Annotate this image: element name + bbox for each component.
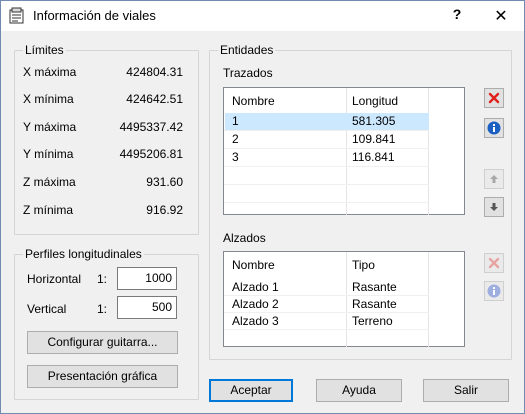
alzados-label: Alzados — [223, 231, 266, 245]
delete-icon — [488, 257, 500, 269]
configurar-guitarra-button[interactable]: Configurar guitarra... — [27, 331, 178, 354]
aceptar-button[interactable]: Aceptar — [209, 379, 293, 402]
alzado-nombre: Alzado 3 — [232, 314, 279, 328]
trazado-nombre: 2 — [232, 132, 239, 146]
grid-line — [224, 329, 429, 330]
grid-line — [224, 148, 429, 149]
table-row[interactable]: 2 109.841 — [225, 131, 429, 148]
table-row[interactable]: Alzado 2 Rasante — [225, 296, 429, 313]
table-row[interactable]: 3 116.841 — [225, 149, 429, 166]
limite-label: Y máxima — [23, 120, 77, 134]
delete-icon — [488, 92, 500, 104]
limite-label: Z máxima — [23, 175, 76, 189]
title-bar[interactable]: Información de viales ? ✕ — [1, 1, 524, 31]
trazado-nombre: 1 — [232, 114, 239, 128]
alzado-tipo: Rasante — [352, 297, 397, 311]
close-icon[interactable]: ✕ — [490, 6, 512, 26]
grid-line — [224, 202, 429, 203]
column-header-nombre[interactable]: Nombre — [232, 94, 275, 108]
grid-line — [224, 312, 429, 313]
horizontal-scale-input[interactable]: 1000 — [117, 267, 177, 290]
help-icon[interactable]: ? — [446, 6, 468, 26]
delete-trazado-button[interactable] — [484, 88, 504, 108]
column-header-nombre[interactable]: Nombre — [232, 258, 275, 272]
trazado-longitud: 116.841 — [352, 150, 395, 164]
limite-row: Y máxima 4495337.42 — [23, 120, 183, 136]
dialog-window: Información de viales ? ✕ Límites X máxi… — [0, 0, 525, 414]
trazados-label: Trazados — [223, 66, 273, 80]
perfiles-legend: Perfiles longitudinales — [23, 247, 144, 261]
move-down-button[interactable] — [484, 197, 504, 217]
table-row[interactable]: 1 581.305 — [225, 113, 429, 130]
limite-row: Z mínima 916.92 — [23, 203, 183, 219]
arrow-up-icon — [490, 175, 498, 183]
entidades-legend: Entidades — [218, 43, 276, 57]
app-icon — [9, 7, 26, 24]
limites-legend: Límites — [23, 43, 66, 57]
window-title: Información de viales — [33, 8, 156, 23]
limite-label: X máxima — [23, 65, 77, 79]
limite-label: Z mínima — [23, 203, 74, 217]
limite-row: X máxima 424804.31 — [23, 65, 183, 81]
ayuda-button[interactable]: Ayuda — [316, 379, 402, 402]
info-alzado-button[interactable] — [484, 281, 504, 301]
grid-line — [224, 130, 429, 131]
limite-label: Y mínima — [23, 147, 74, 161]
arrow-down-icon — [490, 203, 498, 211]
grid-line — [224, 295, 429, 296]
limite-label: X mínima — [23, 92, 74, 106]
vertical-scale-prefix: 1: — [97, 302, 108, 316]
limite-value: 931.60 — [146, 175, 183, 189]
trazado-longitud: 109.841 — [352, 132, 396, 146]
alzados-list[interactable]: Nombre Tipo Alzado 1 Rasante Alzado 2 Ra… — [223, 251, 465, 347]
limite-row: X mínima 424642.51 — [23, 92, 183, 108]
alzado-nombre: Alzado 1 — [232, 280, 279, 294]
info-icon — [487, 121, 501, 135]
horizontal-label: Horizontal — [27, 272, 82, 286]
limite-value: 916.92 — [146, 203, 183, 217]
trazado-nombre: 3 — [232, 150, 239, 164]
info-icon — [487, 284, 501, 298]
trazado-longitud: 581.305 — [352, 114, 396, 128]
limite-row: Y mínima 4495206.81 — [23, 147, 183, 163]
info-trazado-button[interactable] — [484, 118, 504, 138]
alzado-tipo: Rasante — [352, 280, 397, 294]
column-header-longitud[interactable]: Longitud — [352, 94, 398, 108]
presentacion-grafica-button[interactable]: Presentación gráfica — [27, 365, 178, 388]
trazados-list[interactable]: Nombre Longitud 1 581.305 2 109.841 3 11… — [223, 87, 465, 215]
grid-line — [224, 184, 429, 185]
grid-line — [224, 166, 429, 167]
vertical-label: Vertical — [27, 302, 67, 316]
alzado-nombre: Alzado 2 — [232, 297, 279, 311]
salir-button[interactable]: Salir — [423, 379, 509, 402]
limite-value: 424804.31 — [126, 65, 183, 79]
limite-value: 4495337.42 — [119, 120, 183, 134]
move-up-button[interactable] — [484, 169, 504, 189]
horizontal-scale-prefix: 1: — [97, 272, 108, 286]
delete-alzado-button[interactable] — [484, 253, 504, 273]
column-header-tipo[interactable]: Tipo — [352, 258, 375, 272]
limite-value: 424642.51 — [126, 92, 183, 106]
table-row[interactable]: Alzado 1 Rasante — [225, 279, 429, 296]
table-row[interactable]: Alzado 3 Terreno — [225, 313, 429, 330]
vertical-scale-input[interactable]: 500 — [117, 296, 177, 319]
limite-row: Z máxima 931.60 — [23, 175, 183, 191]
alzado-tipo: Terreno — [352, 314, 393, 328]
limite-value: 4495206.81 — [119, 147, 183, 161]
